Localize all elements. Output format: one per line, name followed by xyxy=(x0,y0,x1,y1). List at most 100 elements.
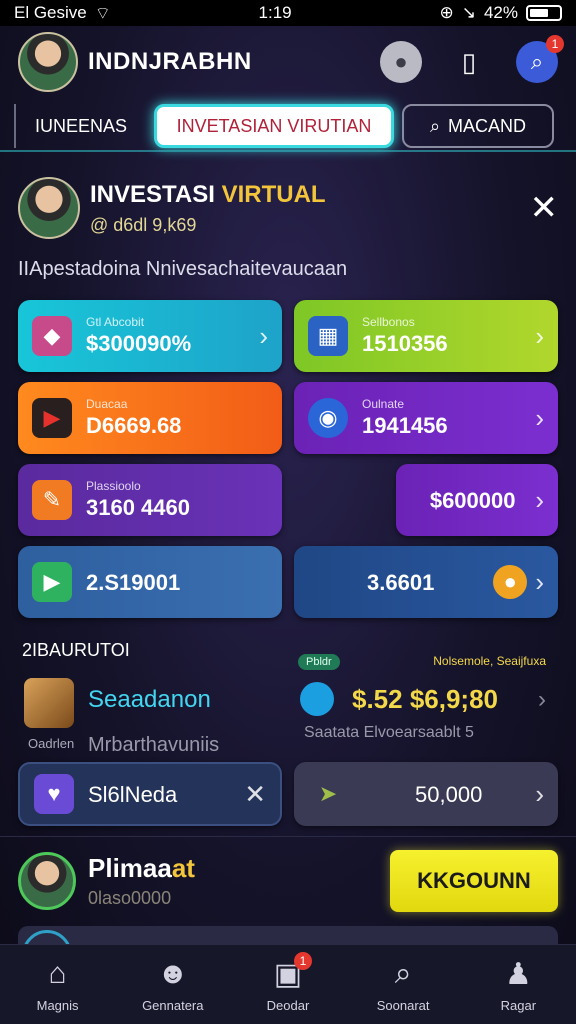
search-icon: ⌕ xyxy=(530,49,544,74)
close-icon[interactable]: ✕ xyxy=(244,779,266,810)
app-header: INDNJRABHN ● ▯ ⌕ 1 xyxy=(0,26,576,98)
tab-divider xyxy=(0,150,576,152)
users-icon: ☻ xyxy=(156,957,189,990)
summary-label: Nolsemole, Seaijfuxa xyxy=(433,654,546,668)
box-icon: ▦ xyxy=(308,316,348,356)
cta-button[interactable]: KKGOUNN xyxy=(390,850,558,912)
card-label: Plassioolo xyxy=(86,479,141,493)
nav-home[interactable]: ⌂ Magnis xyxy=(8,956,108,1013)
box-icon xyxy=(24,678,74,728)
nav-label: Deodar xyxy=(266,998,310,1013)
card-value: Sl6lNeda xyxy=(88,782,178,807)
avatar[interactable] xyxy=(18,852,76,910)
pencil-icon: ✎ xyxy=(32,480,72,520)
profile-name: INVESTASI VIRTUAL xyxy=(90,181,530,209)
card-label: Sellbonos xyxy=(362,315,415,329)
card-label: Gtl Abcobit xyxy=(86,315,145,329)
nav-label: Ragar xyxy=(500,998,537,1013)
heart-shield-icon: ♥ xyxy=(34,774,74,814)
card-4[interactable]: ◉ Oulnate 1941456 › xyxy=(294,382,558,454)
nav-label: Gennatera xyxy=(142,998,204,1013)
divider xyxy=(0,836,576,837)
card-label: Oulnate xyxy=(362,397,405,411)
nav-badge: 1 xyxy=(293,952,312,970)
user-name: Plimaaat xyxy=(88,853,390,884)
profile-icon[interactable]: ● xyxy=(380,41,422,83)
card-label: Duacaa xyxy=(86,397,128,411)
gift-icon: ◆ xyxy=(32,316,72,356)
profile-name-highlight: VIRTUAL xyxy=(221,180,326,208)
card-value: D6669.68 xyxy=(86,413,182,438)
status-pill: Pbldr xyxy=(298,654,340,670)
user-icon: ♟ xyxy=(504,957,532,991)
card-value: $300090% xyxy=(86,331,192,356)
tab-1[interactable]: IUNEENAS xyxy=(14,104,146,148)
bottom-nav: ⌂ Magnis ☻ Gennatera ▣ 1 Deodar ⌕ Soonar… xyxy=(0,944,576,1024)
battery-icon xyxy=(525,5,562,21)
card-value: 1510356 xyxy=(362,331,448,356)
action-row: ♥ Sl6lNeda ✕ ➤ 50,000 › xyxy=(18,762,558,826)
search-button[interactable]: ⌕ 1 xyxy=(516,35,564,83)
nav-users[interactable]: ☻ Gennatera xyxy=(123,956,223,1013)
chevron-right-icon: › xyxy=(535,320,544,351)
card-grid: ◆ Gtl Abcobit $300090% › ▦ Sellbonos 15103… xyxy=(18,300,558,628)
card-value: $600000 xyxy=(429,488,516,513)
chevron-right-icon: › xyxy=(535,484,544,515)
card-value: 3160 4460 xyxy=(86,495,190,520)
coin-icon: ● xyxy=(493,565,528,599)
search-icon: ⌕ xyxy=(429,115,441,136)
battery-percent: 42% xyxy=(483,3,518,22)
nav-profile[interactable]: ♟ Ragar xyxy=(468,956,568,1014)
tab-3[interactable]: ⌕ MACAND xyxy=(402,104,554,148)
chevron-right-icon: › xyxy=(535,402,544,433)
section-subtitle: IIApestadoina Nnivesachaitevaucaan xyxy=(18,258,348,280)
nav-search[interactable]: ⌕ Soonarat xyxy=(353,956,453,1013)
globe-icon xyxy=(300,682,334,716)
summary-value: $.52 $6,9;80 xyxy=(352,684,499,714)
close-icon[interactable]: ✕ xyxy=(530,188,559,228)
card-value: 3.6601 xyxy=(367,570,435,595)
user-name-highlight: at xyxy=(171,853,195,883)
search-icon: ⌕ xyxy=(394,957,412,990)
card-left-action[interactable]: ♥ Sl6lNeda ✕ xyxy=(18,762,282,826)
summary-subtext: Saatata Elvoearsaablt 5 xyxy=(304,724,474,741)
nav-label: Magnis xyxy=(36,998,79,1013)
chevron-right-icon: › xyxy=(535,778,544,809)
user-row: Plimaaat 0laso0000 KKGOUNN xyxy=(18,846,558,916)
card-8[interactable]: 3.6601 ● › xyxy=(294,546,558,618)
card-2[interactable]: ▦ Sellbonos 1510356 › xyxy=(294,300,558,372)
section-title: 2IBAURUTOI xyxy=(22,640,130,660)
card-value: 1941456 xyxy=(362,413,448,438)
card-5[interactable]: ✎ Plassioolo 3160 4460 xyxy=(18,464,282,536)
play-icon: ▶ xyxy=(32,398,72,438)
coin-icon: ◉ xyxy=(308,398,348,438)
summary-small-label: Oadrlen xyxy=(28,736,75,751)
signal-icon: ↘ xyxy=(461,3,476,22)
avatar[interactable] xyxy=(18,177,80,239)
wifi-icon: ⌔ xyxy=(94,3,111,23)
notification-badge: 1 xyxy=(546,35,564,53)
card-6[interactable]: $600000 › xyxy=(396,464,558,536)
app-title: INDNJRABHN xyxy=(88,48,252,75)
summary-right[interactable]: Pbldr Nolsemole, Seaijfuxa $.52 $6,9;80 … xyxy=(294,654,558,750)
time-label: 1:19 xyxy=(258,3,292,22)
video-icon: ▶ xyxy=(32,562,72,602)
card-3[interactable]: ▶ Duacaa D6669.68 xyxy=(18,382,282,454)
chevron-right-icon: › xyxy=(535,566,544,597)
tab-2-active[interactable]: INVETASIAN VIRUTIAN xyxy=(154,104,394,148)
alarm-icon: ⊕ xyxy=(439,3,454,22)
tab-bar: IUNEENAS INVETASIAN VIRUTIAN ⌕ MACAND xyxy=(0,100,576,152)
user-subtext: 0laso0000 xyxy=(88,888,172,908)
chevron-right-icon: › xyxy=(538,686,546,713)
card-7[interactable]: ▶ 2.S19001 xyxy=(18,546,282,618)
avatar[interactable] xyxy=(18,32,78,92)
card-value: 50,000 xyxy=(415,782,483,807)
profile-handle: @ d6dl 9,k69 xyxy=(90,214,197,235)
nav-label: Soonarat xyxy=(376,998,430,1013)
home-icon: ⌂ xyxy=(48,957,67,990)
nav-gallery[interactable]: ▣ 1 Deodar xyxy=(238,952,338,1013)
card-1[interactable]: ◆ Gtl Abcobit $300090% › xyxy=(18,300,282,372)
card-right-action[interactable]: ➤ 50,000 › xyxy=(294,762,558,826)
card-value: 2.S19001 xyxy=(86,570,181,595)
document-icon[interactable]: ▯ xyxy=(448,41,490,83)
